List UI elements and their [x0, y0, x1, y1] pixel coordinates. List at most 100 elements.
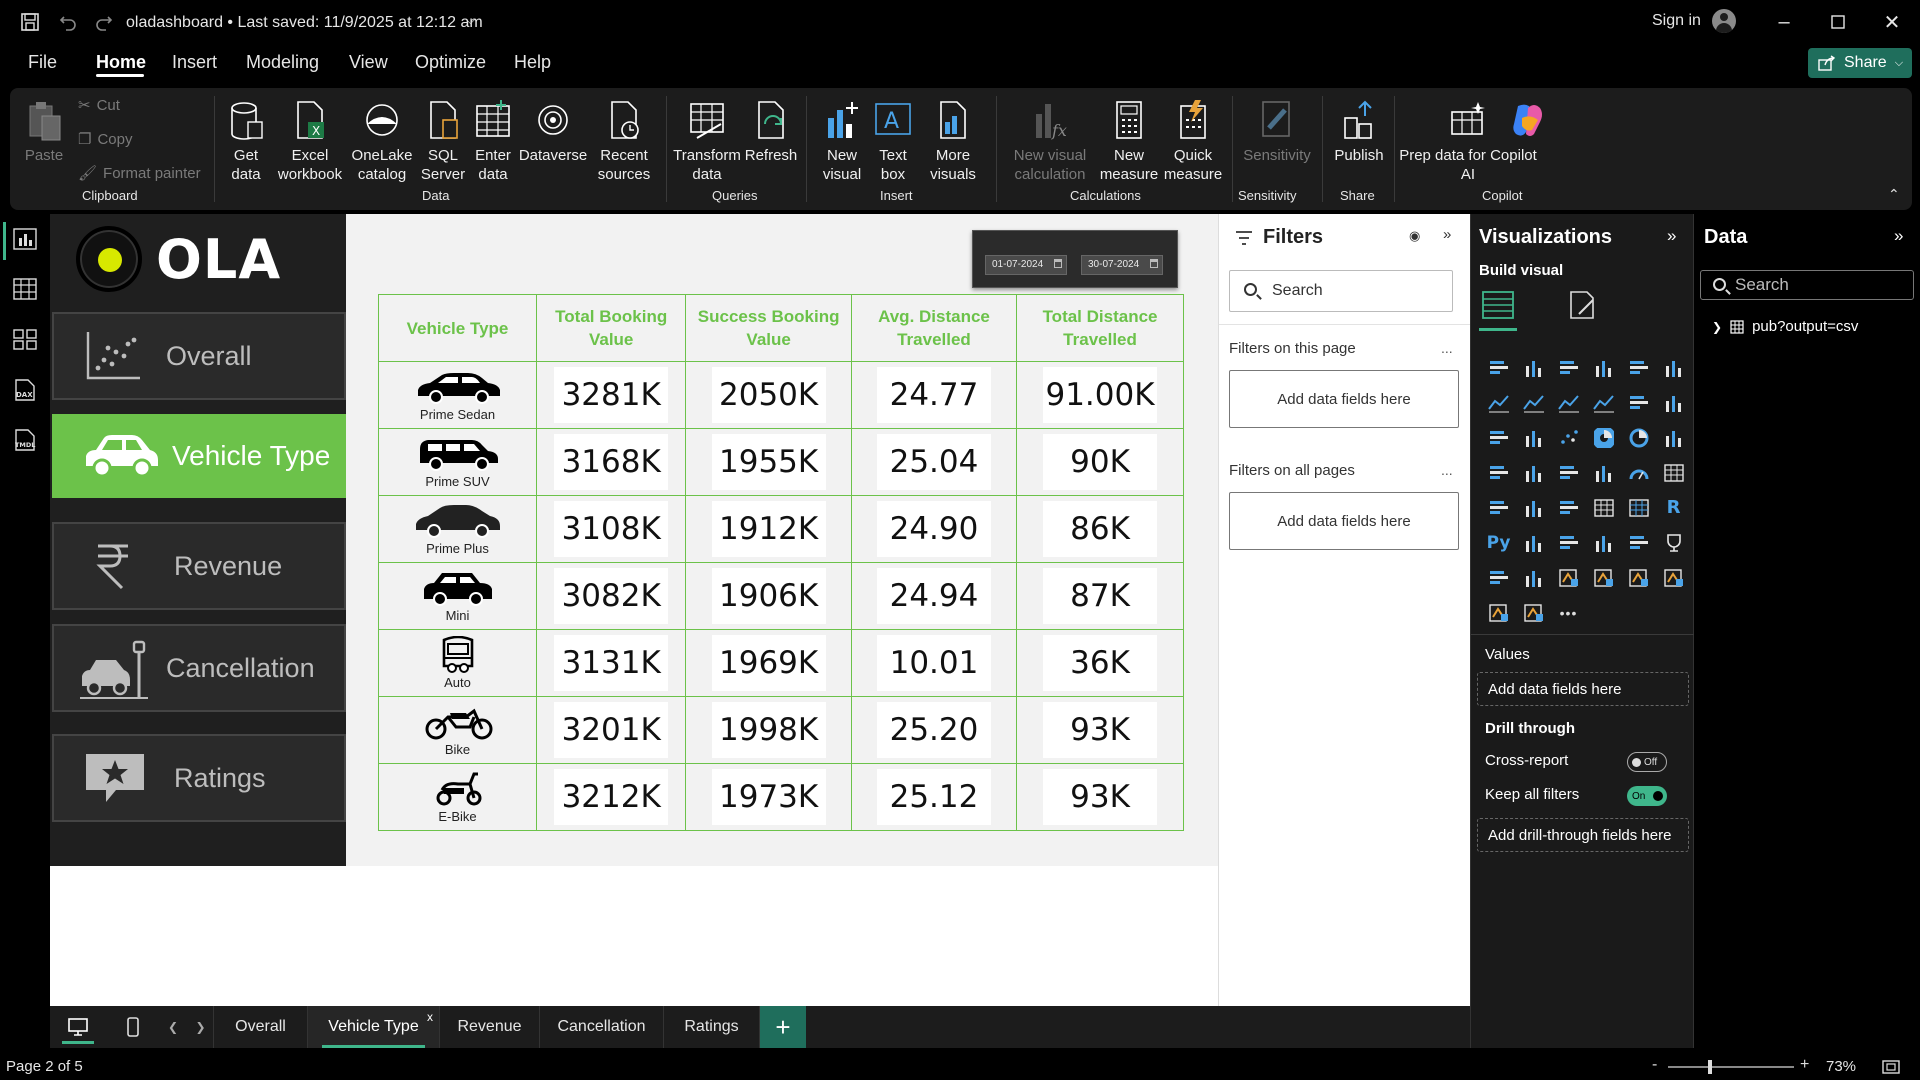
redo-icon[interactable]: [92, 10, 116, 34]
waterfall-visual-icon[interactable]: [1481, 420, 1516, 455]
data-table-item[interactable]: ❯ pub?output=csv: [1712, 318, 1858, 335]
add-page-button[interactable]: +: [760, 1006, 806, 1048]
new-visual-button[interactable]: New visual: [816, 100, 868, 184]
data-search-input[interactable]: Search: [1700, 270, 1914, 300]
stacked-area-visual-icon[interactable]: [1551, 385, 1586, 420]
format-visual-tab[interactable]: [1563, 286, 1601, 324]
shape-map-visual-icon[interactable]: [1551, 455, 1586, 490]
donut-visual-icon[interactable]: [1621, 420, 1656, 455]
stacked-bar-visual-icon[interactable]: [1481, 350, 1516, 385]
collapse-data-icon[interactable]: »: [1894, 226, 1903, 246]
menu-help[interactable]: Help: [514, 52, 551, 73]
format-painter-button[interactable]: 🖌 Format painter: [78, 164, 201, 183]
publish-button[interactable]: Publish: [1328, 100, 1390, 165]
zoom-slider-thumb[interactable]: [1708, 1060, 1712, 1074]
collapse-visualizations-icon[interactable]: »: [1667, 226, 1676, 246]
eye-icon[interactable]: ◉: [1409, 228, 1420, 244]
get-data-button[interactable]: Get data: [220, 100, 272, 184]
share-button[interactable]: Share ⌵: [1808, 48, 1912, 78]
recent-sources-button[interactable]: Recent sources: [588, 100, 660, 184]
cross-report-toggle[interactable]: Off: [1627, 752, 1667, 772]
custom-d-visual-icon[interactable]: [1516, 595, 1551, 630]
tab-cancellation[interactable]: Cancellation: [540, 1006, 664, 1048]
avatar[interactable]: [1712, 9, 1736, 33]
menu-file[interactable]: File: [28, 52, 57, 73]
quick-measure-button[interactable]: Quick measure: [1160, 100, 1226, 184]
nav-ratings-button[interactable]: Ratings: [52, 734, 346, 822]
close-tab-icon[interactable]: x: [427, 1010, 433, 1024]
clustered-bar-visual-icon[interactable]: [1551, 350, 1586, 385]
paste-button[interactable]: Paste: [20, 100, 68, 165]
collapse-filters-icon[interactable]: »: [1443, 226, 1451, 243]
narrative-visual-icon[interactable]: [1586, 560, 1621, 595]
tab-revenue[interactable]: Revenue: [440, 1006, 540, 1048]
excel-workbook-button[interactable]: X Excel workbook: [274, 100, 346, 184]
tab-ratings[interactable]: Ratings: [664, 1006, 760, 1048]
smart-narrative-visual-icon[interactable]: [1621, 525, 1656, 560]
multi-row-card-visual-icon[interactable]: [1481, 490, 1516, 525]
zoom-out-button[interactable]: -: [1652, 1056, 1657, 1074]
refresh-button[interactable]: Refresh: [742, 100, 800, 165]
zoom-in-button[interactable]: +: [1800, 1056, 1809, 1074]
menu-insert[interactable]: Insert: [172, 52, 217, 73]
next-page-button[interactable]: ❯: [188, 1006, 214, 1048]
decomposition-tree-visual-icon[interactable]: [1551, 525, 1586, 560]
text-box-button[interactable]: A Text box: [870, 100, 916, 184]
fit-to-page-icon[interactable]: [1882, 1060, 1900, 1074]
100-bar-visual-icon[interactable]: [1621, 350, 1656, 385]
custom-a-visual-icon[interactable]: [1621, 560, 1656, 595]
page-filters-drop-well[interactable]: Add data fields here: [1229, 370, 1459, 428]
sign-in-link[interactable]: Sign in: [1652, 12, 1701, 30]
100-column-visual-icon[interactable]: [1656, 350, 1691, 385]
new-visual-calculation-button[interactable]: fx New visual calculation: [1004, 100, 1096, 184]
keep-all-filters-toggle[interactable]: On: [1627, 786, 1667, 806]
report-view-icon[interactable]: [13, 228, 37, 252]
save-icon[interactable]: [18, 10, 42, 34]
desktop-layout-button[interactable]: [50, 1006, 106, 1048]
tmdl-view-icon[interactable]: TMDL: [13, 428, 37, 452]
undo-icon[interactable]: [56, 10, 80, 34]
python-visual-visual-icon[interactable]: Py: [1481, 525, 1516, 560]
r-visual-visual-icon[interactable]: R: [1656, 490, 1691, 525]
dax-query-view-icon[interactable]: DAX: [13, 378, 37, 402]
model-view-icon[interactable]: [13, 328, 37, 352]
funnel-visual-icon[interactable]: [1516, 420, 1551, 455]
custom-c-visual-icon[interactable]: [1481, 595, 1516, 630]
nav-cancellation-button[interactable]: Cancellation: [52, 624, 346, 712]
drill-through-drop-well[interactable]: Add drill-through fields here: [1477, 818, 1689, 852]
ribbon-visual-icon[interactable]: [1656, 385, 1691, 420]
values-drop-well[interactable]: Add data fields here: [1477, 672, 1689, 706]
metrics-visual-icon[interactable]: [1656, 525, 1691, 560]
pie-visual-icon[interactable]: [1586, 420, 1621, 455]
treemap-visual-icon[interactable]: [1656, 420, 1691, 455]
table-visual-icon[interactable]: [1586, 490, 1621, 525]
nav-revenue-button[interactable]: Revenue: [52, 522, 346, 610]
start-date-input[interactable]: 01-07-2024: [985, 255, 1067, 275]
menu-optimize[interactable]: Optimize: [415, 52, 486, 73]
sensitivity-button[interactable]: Sensitivity: [1236, 100, 1318, 165]
map-visual-icon[interactable]: [1481, 455, 1516, 490]
cut-button[interactable]: ✂ Cut: [78, 96, 120, 115]
copy-button[interactable]: ❐ Copy: [78, 130, 132, 149]
power-apps-visual-icon[interactable]: [1516, 560, 1551, 595]
maximize-button[interactable]: [1818, 8, 1858, 36]
close-window-button[interactable]: ✕: [1872, 8, 1912, 36]
dataverse-button[interactable]: Dataverse: [518, 100, 588, 165]
slicer-visual-icon[interactable]: [1551, 490, 1586, 525]
qa-visual-icon[interactable]: [1586, 525, 1621, 560]
scatter-visual-icon[interactable]: [1551, 420, 1586, 455]
kpi-visual-icon[interactable]: [1516, 490, 1551, 525]
sql-server-button[interactable]: SQL Server: [418, 100, 468, 184]
filters-search-input[interactable]: Search: [1229, 270, 1453, 312]
chevron-down-icon[interactable]: ⌵: [466, 13, 475, 28]
prev-page-button[interactable]: ❮: [160, 1006, 186, 1048]
key-influencers-visual-icon[interactable]: [1516, 525, 1551, 560]
menu-modeling[interactable]: Modeling: [246, 52, 319, 73]
copilot-button[interactable]: [1498, 100, 1558, 146]
minimize-button[interactable]: –: [1764, 8, 1804, 36]
new-measure-button[interactable]: New measure: [1098, 100, 1160, 184]
azure-map-visual-icon[interactable]: [1586, 455, 1621, 490]
gauge-visual-icon[interactable]: [1621, 455, 1656, 490]
document-title[interactable]: oladashboard • Last saved: 11/9/2025 at …: [126, 14, 483, 32]
filled-map-visual-icon[interactable]: [1516, 455, 1551, 490]
